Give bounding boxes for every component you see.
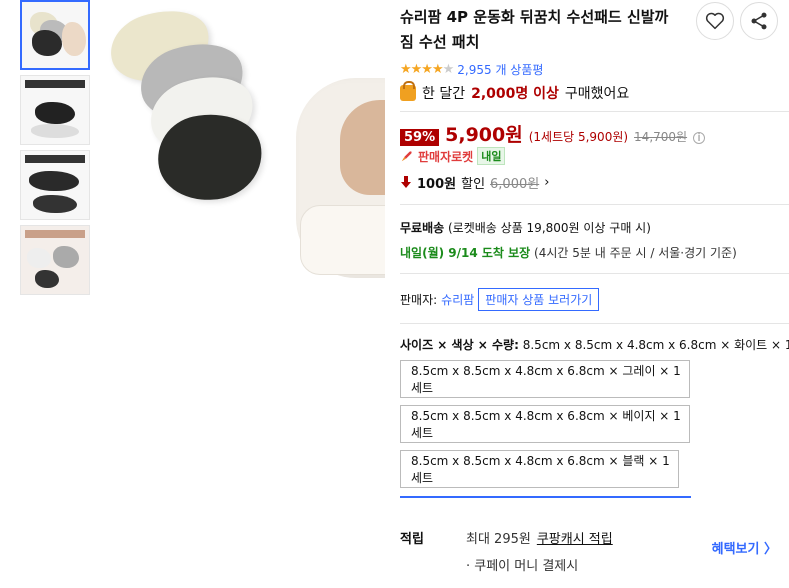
- option-item-black[interactable]: 8.5cm x 8.5cm x 4.8cm x 6.8cm × 블랙 × 1세트: [400, 450, 679, 488]
- free-shipping-label: 무료배송: [400, 221, 445, 235]
- coupon-amount: 100원: [417, 176, 457, 192]
- rocket-label: 판매자로켓: [418, 149, 474, 164]
- share-icon: [751, 12, 767, 30]
- option-label: 사이즈 × 색상 × 수량: 8.5cm x 8.5cm x 4.8cm x 6…: [400, 324, 789, 353]
- benefit-max: 최대 295원: [466, 532, 531, 547]
- thumbnail-1[interactable]: [20, 0, 90, 70]
- wishlist-button[interactable]: [696, 2, 734, 40]
- rating-stars: ★★★★★: [400, 61, 454, 77]
- review-count[interactable]: 2,955 개 상품평: [457, 61, 543, 78]
- option-label-title: 사이즈 × 색상 × 수량:: [400, 338, 519, 352]
- coupon-text: 할인: [461, 176, 486, 192]
- option-item-gray[interactable]: 8.5cm x 8.5cm x 4.8cm x 6.8cm × 그레이 × 1세…: [400, 360, 690, 398]
- chevron-right-icon: ›: [544, 174, 550, 190]
- shipping-info: 무료배송 (로켓배송 상품 19,800원 이상 구매 시): [400, 205, 789, 236]
- option-selected: 8.5cm x 8.5cm x 4.8cm x 6.8cm × 화이트 × 1세…: [522, 338, 789, 352]
- option-item-beige[interactable]: 8.5cm x 8.5cm x 4.8cm x 6.8cm × 베이지 × 1세…: [400, 405, 690, 443]
- info-icon[interactable]: i: [693, 131, 706, 144]
- benefit-label: 적립: [400, 532, 424, 547]
- thumbnail-2[interactable]: [20, 75, 90, 145]
- buy-count: 2,000명 이상: [471, 86, 559, 102]
- buy-suffix: 구매했어요: [564, 86, 630, 102]
- thumbnail-4[interactable]: [20, 225, 90, 295]
- benefit-sub: · 쿠페이 머니 결제시: [466, 559, 579, 574]
- sale-price: 5,900원: [445, 124, 523, 146]
- rating-row[interactable]: ★★★★★ 2,955 개 상품평: [400, 61, 789, 77]
- original-price: 14,700원: [634, 130, 688, 144]
- option-scroll-indicator: [400, 496, 691, 498]
- arrival-detail: (4시간 5분 내 주문 시 / 서울·경기 기준): [534, 246, 737, 260]
- main-product-image: [100, 0, 385, 278]
- rocket-icon: [401, 151, 412, 162]
- arrival-date: 내일(월) 9/14 도착 보장: [400, 246, 531, 260]
- product-info-panel: 슈리팜 4P 운동화 뒤꿈치 수선패드 신발까짐 수선 패치 ★★★★★ 2,9…: [400, 0, 789, 574]
- tomorrow-badge: 내일: [477, 147, 506, 165]
- buy-prefix: 한 달간: [422, 86, 466, 102]
- thumbnail-3[interactable]: [20, 150, 90, 220]
- seller-products-link[interactable]: 판매자 상품 보러가기: [478, 288, 600, 311]
- shoe-sole: [300, 205, 385, 275]
- benefit-details-link[interactable]: 혜택보기 〉: [712, 538, 777, 557]
- arrival-info: 내일(월) 9/14 도착 보장 (4시간 5분 내 주문 시 / 서울·경기 …: [400, 244, 789, 261]
- coupon-row[interactable]: 100원 할인 6,000원 ›: [400, 170, 789, 194]
- heart-icon: [705, 12, 725, 30]
- product-title: 슈리팜 4P 운동화 뒤꿈치 수선패드 신발까짐 수선 패치: [400, 8, 669, 51]
- rocket-row: 판매자로켓 내일: [400, 146, 789, 166]
- share-button[interactable]: [740, 2, 778, 40]
- unit-price: (1세트당 5,900원): [528, 130, 629, 144]
- arrow-down-icon: [401, 176, 411, 188]
- thumbnail-list: [20, 0, 90, 300]
- price-row: 59% 5,900원 (1세트당 5,900원) 14,700원 i: [400, 112, 789, 146]
- coupon-original: 6,000원: [490, 176, 540, 192]
- shopping-bag-icon: [400, 81, 416, 101]
- seller-name[interactable]: 슈리팜: [441, 291, 474, 308]
- purchase-count-row: 한 달간 2,000명 이상 구매했어요: [400, 81, 789, 103]
- discount-badge: 59%: [400, 129, 440, 146]
- benefit-cash-link[interactable]: 쿠팡캐시 적립: [537, 528, 613, 547]
- seller-row: 판매자: 슈리팜 판매자 상품 보러가기: [400, 274, 789, 311]
- seller-label: 판매자:: [400, 293, 438, 307]
- product-page: 슈리팜 4P 운동화 뒤꿈치 수선패드 신발까짐 수선 패치 ★★★★★ 2,9…: [0, 0, 789, 588]
- free-shipping-detail: (로켓배송 상품 19,800원 이상 구매 시): [448, 221, 651, 235]
